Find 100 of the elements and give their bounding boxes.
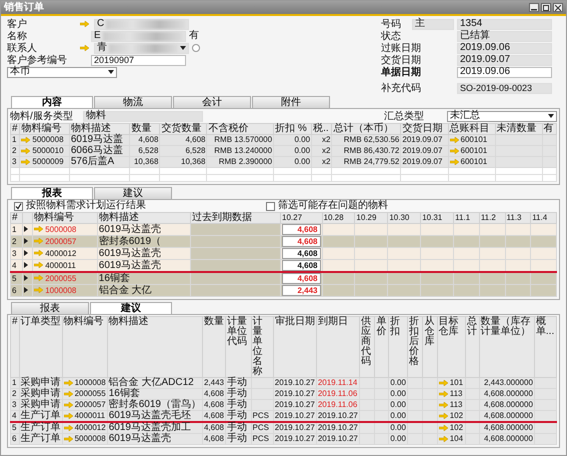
close-icon <box>555 4 561 10</box>
caret-icon <box>180 46 186 50</box>
field-label: 客户 <box>7 18 28 30</box>
maximize-button[interactable] <box>541 3 551 12</box>
table-row[interactable]: 1 5000008 6019马达盖壳 4,608 <box>10 224 556 236</box>
checkbox[interactable] <box>266 202 275 210</box>
column-header: 数量 <box>130 124 160 134</box>
maximize-icon <box>543 4 549 10</box>
tab[interactable]: 报表 <box>11 187 93 199</box>
customer-field[interactable]: C <box>94 18 189 30</box>
table-cell: 6019马达盖壳 <box>107 434 202 444</box>
blurred-block <box>109 44 178 52</box>
tab[interactable]: 物流 <box>94 96 172 108</box>
summary-dropdown[interactable]: 未汇总 <box>447 110 557 122</box>
column-header: 数量 <box>202 316 226 378</box>
arrow-icon[interactable] <box>80 45 89 51</box>
column-header: 10.31 <box>420 212 454 224</box>
column-header: 物料描述 <box>69 124 130 134</box>
close-button[interactable] <box>553 3 563 12</box>
table-cell: 4,608 <box>282 273 321 284</box>
name-field[interactable]: E <box>91 30 186 42</box>
column-header: 交货数量 <box>160 124 207 134</box>
window-title: 销售订单 <box>4 2 44 14</box>
table-cell: 铝合金 大亿 <box>97 284 190 296</box>
column-header: 物料描述 <box>97 212 190 224</box>
value-field: 2019.09.07 <box>457 54 552 66</box>
column-header: 10.30 <box>388 212 421 224</box>
contact-dropdown[interactable]: 青 <box>94 42 189 54</box>
column-header: 物料编号 <box>20 124 70 134</box>
column-header: 审批日期 <box>273 316 316 378</box>
table-cell: 4,608 <box>202 434 226 444</box>
checkbox[interactable] <box>14 202 23 210</box>
table-cell: 手动 <box>226 410 252 422</box>
column-header: 10.29 <box>354 212 388 224</box>
table-cell: 0.00 <box>388 434 408 444</box>
field-label: 补充代码 <box>381 82 422 94</box>
table-cell: 4,608.000000 <box>479 434 534 444</box>
reference-field[interactable]: 20190907 <box>91 54 186 66</box>
field-label: 单据日期 <box>381 66 422 78</box>
tab[interactable]: 报表 <box>11 302 89 314</box>
column-header: 订单类型 <box>19 316 62 378</box>
table-cell: 0.00 <box>388 410 408 422</box>
table-cell: 104 <box>437 434 466 444</box>
series-field[interactable]: 主 <box>412 18 454 30</box>
table-cell: 4,608 <box>202 410 226 422</box>
column-header: 未清数量 <box>495 124 542 134</box>
table-row[interactable]: 3 采购申请 2000057 密封条6019（雷鸟） 4,608 手动 2019.10.27 2019.11.06 0.00 113 4,608.000000 <box>10 400 556 410</box>
column-header: 供应商代码 <box>359 316 375 378</box>
table-cell: 4000011 <box>62 410 108 422</box>
tab[interactable]: 建议 <box>94 187 172 199</box>
arrow-icon[interactable] <box>80 21 89 27</box>
table-cell: 手动 <box>226 434 252 444</box>
table-cell: 6019马达盖壳毛坯 <box>107 410 202 422</box>
value-field: 已结算 <box>457 30 552 42</box>
table-cell: 生产订单 <box>19 410 62 422</box>
column-header: 10.28 <box>322 212 355 224</box>
table-cell: 6 <box>10 434 20 444</box>
table-row[interactable]: 2 2000057 密封条6019（ 4,608 <box>10 236 556 248</box>
column-header: # <box>10 212 23 224</box>
column-header: 目标仓库 <box>437 316 466 378</box>
table-cell: PCS <box>251 434 274 444</box>
table-cell: 4,608 <box>282 224 321 235</box>
table-row[interactable]: 1 采购申请 1000008 铝合金 大亿ADC12 2,443 手动 2019.10.27 2019.11.14 0.00 101 2,443.000000 <box>10 378 556 388</box>
column-header: 11.1 <box>454 212 480 224</box>
column-header: 不含税价 <box>206 124 274 134</box>
column-header: 总计 <box>466 316 480 378</box>
tab[interactable]: 会计 <box>173 96 251 108</box>
currency-dropdown[interactable]: 本币 <box>7 66 117 78</box>
tab[interactable]: 附件 <box>252 96 330 108</box>
column-header: # <box>10 124 20 134</box>
column-header: 总账科目 <box>448 124 496 134</box>
name-suffix: 有 <box>189 31 199 41</box>
column-header: 11.3 <box>505 212 531 224</box>
table-cell: 2019.10.27 <box>316 434 360 444</box>
table-cell: 1000008 <box>32 284 98 296</box>
table-cell: 4 <box>10 410 20 422</box>
table-row[interactable]: 5 2000055 16铜套 4,608 <box>10 272 556 284</box>
value-field[interactable]: 2019.09.06 <box>457 66 552 78</box>
column-header: 折扣 <box>388 316 408 378</box>
column-header: 概单... <box>534 316 556 378</box>
value-field: SO-2019-09-0023 <box>457 82 552 94</box>
table-row[interactable]: 4 生产订单 4000011 6019马达盖壳毛坯 4,608 手动 PCS 2019.10.27 2019.10.27 0.00 102 4,608.000000 <box>10 410 556 422</box>
table-cell: 2019.10.27 <box>273 434 316 444</box>
tab[interactable]: 建议 <box>90 302 172 314</box>
value-field: 2019.09.06 <box>457 42 552 54</box>
table-row[interactable]: 3 4000012 6019马达盖壳 4,608 <box>10 248 556 260</box>
table-row[interactable]: 2 采购申请 2000055 16铜套 4,608 手动 2019.10.27 2019.11.06 0.00 113 4,608.000000 <box>10 388 556 400</box>
column-header: # <box>10 316 20 378</box>
table-row[interactable]: 6 1000008 铝合金 大亿 2,443 <box>10 284 556 296</box>
table-row[interactable]: 5 生产订单 4000012 6019马达盖壳加工 4,608 手动 PCS 2019.10.27 2019.10.27 0.00 102 4,608.000000 <box>10 422 556 434</box>
table-row[interactable]: 4 4000011 6019马达盖壳 4,608 <box>10 260 556 272</box>
field-label: 号码 <box>381 18 402 30</box>
field-label: 交货日期 <box>381 54 422 66</box>
info-icon[interactable] <box>192 44 200 52</box>
caret-icon <box>548 114 554 118</box>
field-label: 汇总类型 <box>384 110 425 122</box>
tab[interactable]: 内容 <box>11 96 93 108</box>
minimize-button[interactable] <box>529 3 539 12</box>
table-row[interactable]: 6 生产订单 5000008 6019马达盖壳 4,608 手动 PCS 2019.10.27 2019.10.27 0.00 104 4,608.000000 <box>10 434 556 444</box>
column-header: 11.4 <box>530 212 556 224</box>
